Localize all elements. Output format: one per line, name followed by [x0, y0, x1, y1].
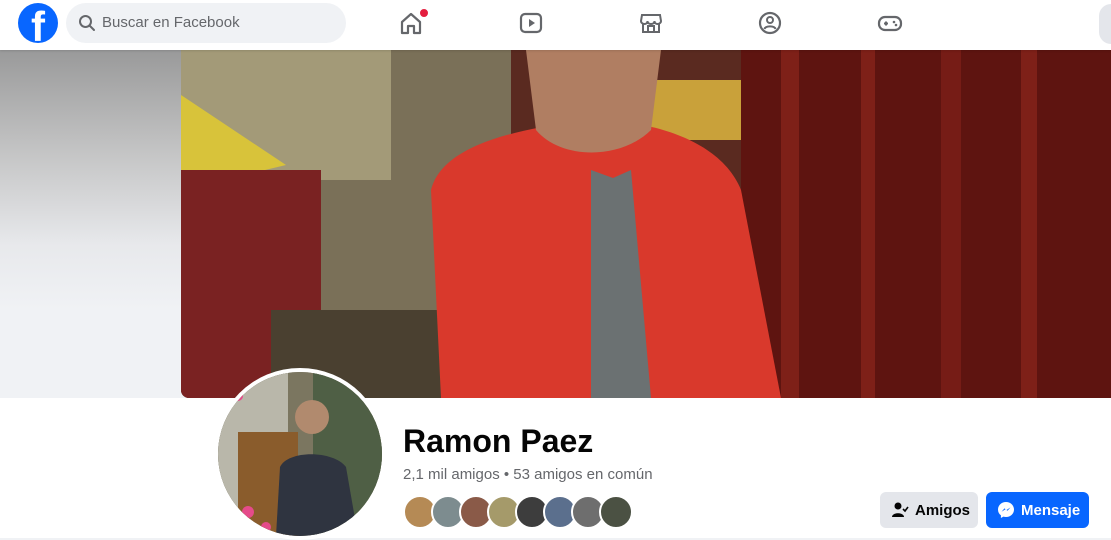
- friend-check-icon: [892, 502, 909, 517]
- profile-picture[interactable]: [214, 368, 386, 540]
- friends-button-label: Amigos: [915, 501, 971, 519]
- friend-avatar[interactable]: [599, 495, 633, 529]
- profile-name: Ramon Paez: [403, 423, 594, 459]
- background-gradient: [0, 50, 181, 310]
- search-placeholder: Buscar en Facebook: [102, 14, 240, 31]
- facebook-logo-icon[interactable]: f: [18, 3, 58, 43]
- cover-photo-image: [181, 50, 1111, 398]
- groups-icon[interactable]: [757, 10, 783, 36]
- account-menu-edge[interactable]: [1099, 4, 1111, 44]
- search-input[interactable]: Buscar en Facebook: [66, 3, 346, 43]
- avatar: [218, 372, 382, 536]
- friends-button[interactable]: Amigos: [880, 492, 978, 528]
- top-navigation-bar: f Buscar en Facebook: [0, 0, 1111, 50]
- messenger-icon: [998, 502, 1014, 518]
- cover-photo[interactable]: [181, 50, 1111, 398]
- marketplace-icon[interactable]: [638, 10, 664, 36]
- gaming-icon[interactable]: [877, 10, 903, 36]
- video-icon[interactable]: [518, 10, 544, 36]
- friends-count[interactable]: 2,1 mil amigos • 53 amigos en común: [403, 466, 653, 483]
- message-button[interactable]: Mensaje: [986, 492, 1089, 528]
- notification-dot: [419, 8, 429, 18]
- search-icon: [79, 15, 95, 31]
- message-button-label: Mensaje: [1021, 501, 1081, 519]
